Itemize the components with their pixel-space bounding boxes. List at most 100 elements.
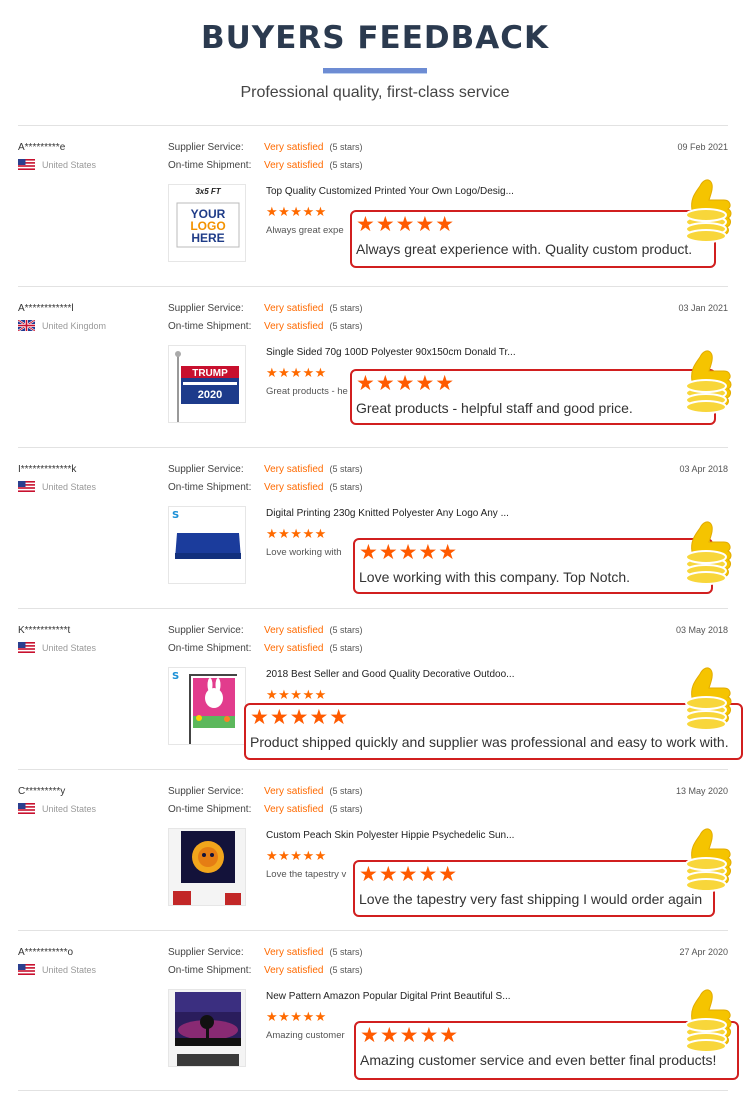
buyer-country: United States xyxy=(18,803,96,814)
supplier-service-value: Very satisfied xyxy=(264,142,324,153)
us-flag-icon xyxy=(18,481,35,492)
title-divider-underline xyxy=(323,73,427,74)
ontime-shipment-stars: (5 stars) xyxy=(329,482,363,492)
product-title[interactable]: Top Quality Customized Printed Your Own … xyxy=(266,186,514,197)
svg-text:S: S xyxy=(172,510,179,521)
country-label: United States xyxy=(42,642,97,653)
ontime-shipment-value: Very satisfied xyxy=(264,965,324,976)
supplier-service-stars: (5 stars) xyxy=(329,464,363,474)
review-card: I*************k United States Supplier S… xyxy=(18,447,728,608)
review-date: 03 Apr 2018 xyxy=(679,464,728,474)
rating-stars: ★★★★★ xyxy=(266,687,327,702)
callout-comment: Great products - helpful staff and good … xyxy=(356,400,633,416)
product-thumbnail[interactable] xyxy=(168,828,246,906)
highlight-callout: ★★★★★ Love the tapestry very fast shippi… xyxy=(353,860,715,917)
ontime-shipment-value: Very satisfied xyxy=(264,804,324,815)
comment-preview: Love working with xyxy=(266,547,342,558)
buyer-country: United States xyxy=(18,159,96,170)
callout-comment: Product shipped quickly and supplier was… xyxy=(250,734,729,750)
supplier-service-value: Very satisfied xyxy=(264,786,324,797)
thumb-line1: TRUMP xyxy=(192,368,228,379)
supplier-service-label: Supplier Service: xyxy=(168,142,244,153)
rating-stars: ★★★★★ xyxy=(266,1009,327,1024)
supplier-service-value: Very satisfied xyxy=(264,464,324,475)
review-date: 03 Jan 2021 xyxy=(678,303,728,313)
supplier-service-stars: (5 stars) xyxy=(329,625,363,635)
thumbs-up-icon xyxy=(678,176,734,246)
ontime-shipment-label: On-time Shipment: xyxy=(168,160,252,171)
us-flag-icon xyxy=(18,964,35,975)
garden-flag-image: S xyxy=(169,668,245,744)
ontime-shipment-label: On-time Shipment: xyxy=(168,804,252,815)
review-list: A*********e United States Supplier Servi… xyxy=(18,125,743,1091)
ontime-shipment-label: On-time Shipment: xyxy=(168,965,252,976)
supplier-service-stars: (5 stars) xyxy=(329,303,363,313)
uk-flag-icon xyxy=(18,320,35,331)
supplier-service-row: Supplier Service: Very satisfied (5 stars) xyxy=(168,303,363,314)
logo-flag-image: 3x5 FT YOUR LOGO HERE xyxy=(169,185,245,261)
rating-stars: ★★★★★ xyxy=(266,365,327,380)
ontime-shipment-stars: (5 stars) xyxy=(329,321,363,331)
product-title[interactable]: Digital Printing 230g Knitted Polyester … xyxy=(266,508,509,519)
ontime-shipment-value: Very satisfied xyxy=(264,482,324,493)
comment-preview: Amazing customer xyxy=(266,1030,345,1041)
product-thumbnail[interactable]: 3x5 FT YOUR LOGO HERE xyxy=(168,184,246,262)
product-thumbnail[interactable]: S xyxy=(168,667,246,745)
ontime-shipment-stars: (5 stars) xyxy=(329,643,363,653)
review-card: K***********t United States Supplier Ser… xyxy=(18,608,743,769)
thumbs-up-icon xyxy=(678,347,734,417)
country-label: United States xyxy=(42,803,97,814)
supplier-service-label: Supplier Service: xyxy=(168,786,244,797)
product-title[interactable]: Single Sided 70g 100D Polyester 90x150cm… xyxy=(266,347,516,358)
buyer-name: C*********y xyxy=(18,786,66,797)
supplier-service-value: Very satisfied xyxy=(264,947,324,958)
highlight-callout: ★★★★★ Great products - helpful staff and… xyxy=(350,369,716,425)
feedback-header: BUYERS FEEDBACK Professional quality, fi… xyxy=(0,0,750,126)
callout-stars: ★★★★★ xyxy=(356,213,456,236)
product-thumbnail[interactable] xyxy=(168,989,246,1067)
us-flag-icon xyxy=(18,642,35,653)
product-title[interactable]: Custom Peach Skin Polyester Hippie Psych… xyxy=(266,830,514,841)
rating-stars: ★★★★★ xyxy=(266,526,327,541)
product-title[interactable]: New Pattern Amazon Popular Digital Print… xyxy=(266,991,511,1002)
review-date: 09 Feb 2021 xyxy=(677,142,728,152)
review-date: 13 May 2020 xyxy=(675,786,728,796)
highlight-callout: ★★★★★ Love working with this company. To… xyxy=(353,538,713,594)
supplier-service-value: Very satisfied xyxy=(264,303,324,314)
comment-preview: Great products - he xyxy=(266,386,348,397)
ontime-shipment-label: On-time Shipment: xyxy=(168,643,252,654)
us-flag-icon xyxy=(18,803,35,814)
review-date: 27 Apr 2020 xyxy=(679,947,728,957)
callout-stars: ★★★★★ xyxy=(359,541,459,564)
highlight-callout: ★★★★★ Product shipped quickly and suppli… xyxy=(244,703,743,760)
buyer-name: A***********o xyxy=(18,947,74,958)
supplier-service-value: Very satisfied xyxy=(264,625,324,636)
product-thumbnail[interactable]: TRUMP 2020 xyxy=(168,345,246,423)
callout-stars: ★★★★★ xyxy=(360,1024,460,1047)
supplier-service-row: Supplier Service: Very satisfied (5 stars) xyxy=(168,464,363,475)
ontime-shipment-label: On-time Shipment: xyxy=(168,321,252,332)
trump-flag-image: TRUMP 2020 xyxy=(169,346,245,422)
highlight-callout: ★★★★★ Always great experience with. Qual… xyxy=(350,210,716,268)
callout-comment: Always great experience with. Quality cu… xyxy=(356,241,693,257)
supplier-service-label: Supplier Service: xyxy=(168,464,244,475)
ontime-shipment-row: On-time Shipment: Very satisfied (5 stars) xyxy=(168,804,363,815)
thumb-size-label: 3x5 FT xyxy=(195,187,221,196)
supplier-service-label: Supplier Service: xyxy=(168,947,244,958)
product-thumbnail[interactable]: S xyxy=(168,506,246,584)
ontime-shipment-value: Very satisfied xyxy=(264,321,324,332)
galaxy-tapestry-image xyxy=(169,990,245,1066)
thumbs-up-icon xyxy=(678,825,734,895)
review-card: C*********y United States Supplier Servi… xyxy=(18,769,728,930)
supplier-service-label: Supplier Service: xyxy=(168,625,244,636)
country-label: United States xyxy=(42,481,97,492)
rating-stars: ★★★★★ xyxy=(266,204,327,219)
page-title: BUYERS FEEDBACK xyxy=(200,20,550,56)
callout-comment: Love the tapestry very fast shipping I w… xyxy=(359,891,703,907)
supplier-service-label: Supplier Service: xyxy=(168,303,244,314)
product-title[interactable]: 2018 Best Seller and Good Quality Decora… xyxy=(266,669,514,680)
buyer-name: A************l xyxy=(18,303,74,314)
country-label: United States xyxy=(42,964,97,975)
ontime-shipment-row: On-time Shipment: Very satisfied (5 stars) xyxy=(168,321,363,332)
review-date: 03 May 2018 xyxy=(675,625,728,635)
